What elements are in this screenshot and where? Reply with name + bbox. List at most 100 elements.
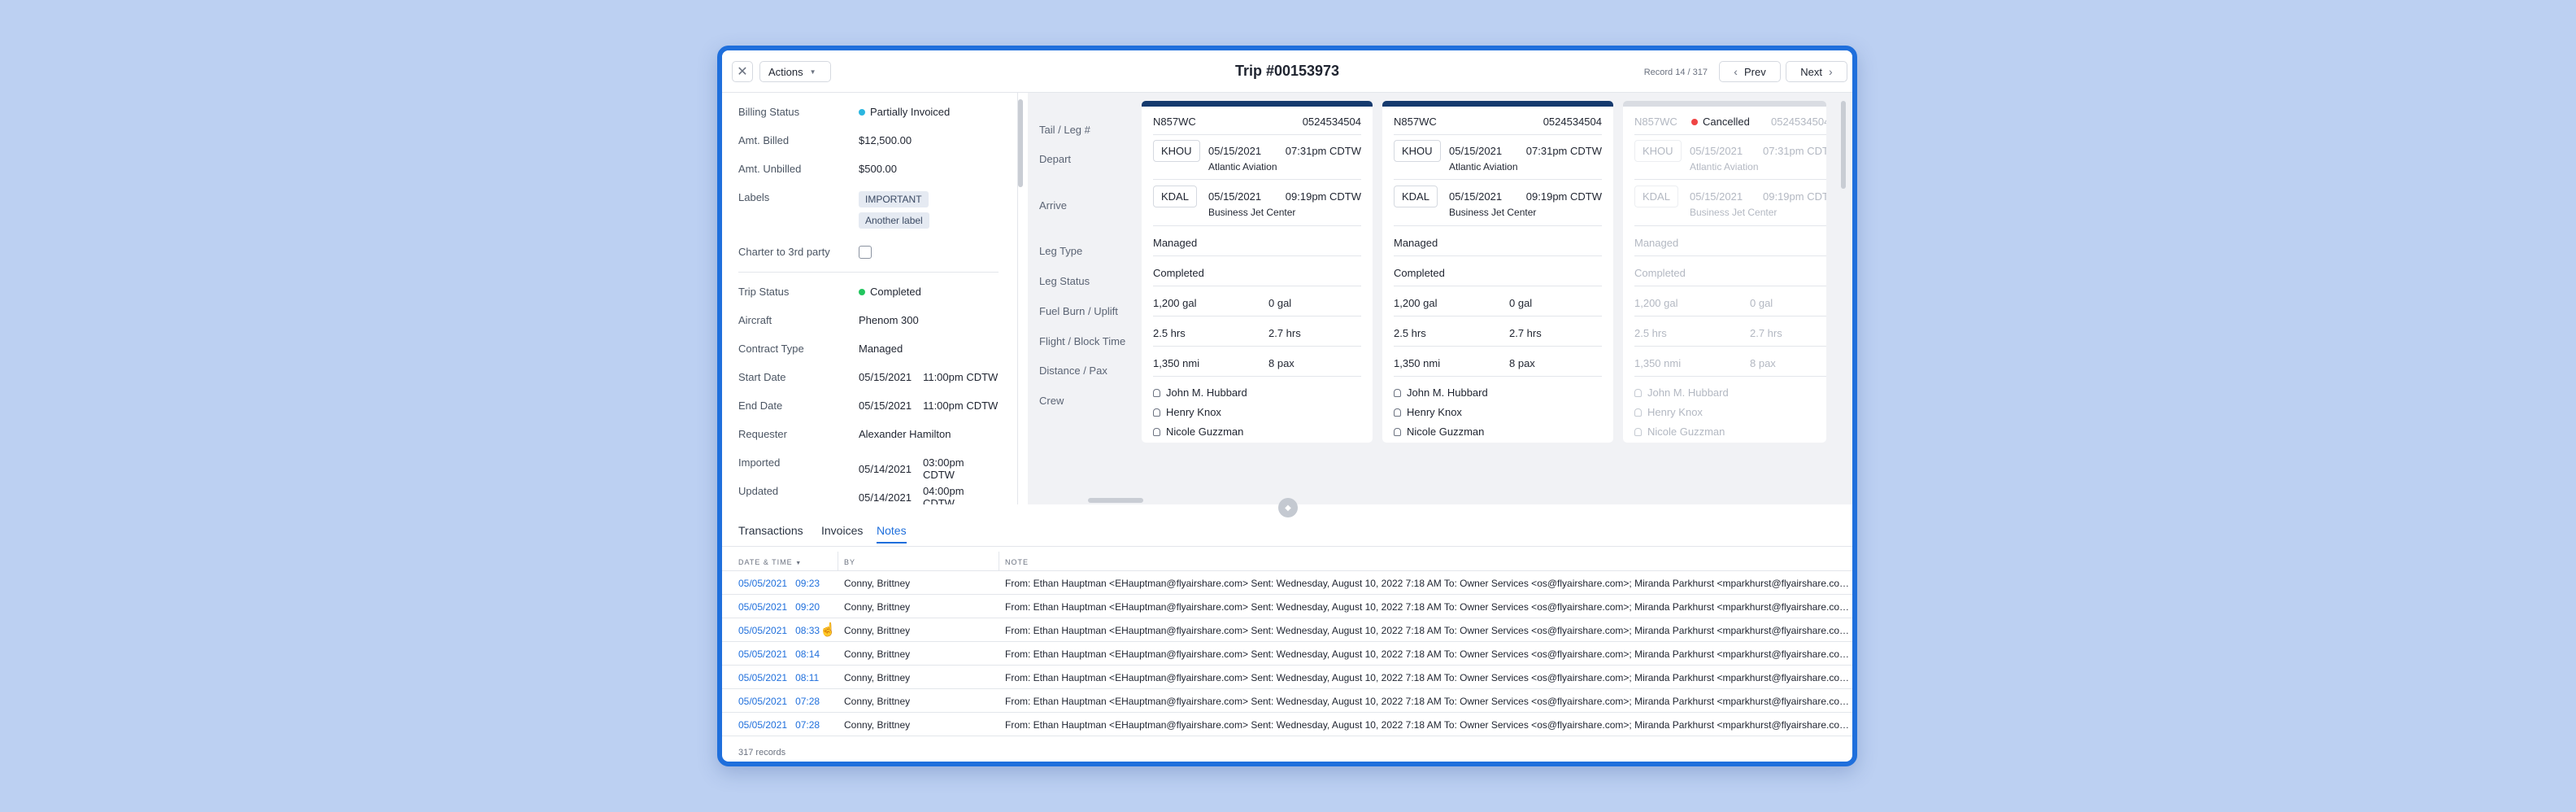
crew-member: Nicole Guzzman xyxy=(1634,426,1725,438)
tab-invoices[interactable]: Invoices xyxy=(821,524,863,542)
updated-label: Updated xyxy=(738,485,779,497)
block-time-value: 2.7 hrs xyxy=(1509,327,1542,339)
prev-button[interactable]: ‹ Prev xyxy=(1719,61,1781,82)
leg-row-labels: Tail / Leg # Depart Arrive Leg Type Leg … xyxy=(1028,93,1142,504)
table-row[interactable]: 05/05/2021 08:33 Conny, Brittney From: E… xyxy=(722,618,1852,642)
crew-member: Henry Knox xyxy=(1153,406,1221,418)
label-tag[interactable]: Another label xyxy=(859,212,929,229)
requester-value: Alexander Hamilton xyxy=(859,428,951,440)
legs-horizontal-scrollbar[interactable] xyxy=(1088,498,1143,503)
block-time-value: 2.7 hrs xyxy=(1268,327,1301,339)
amt-billed-value: $12,500.00 xyxy=(859,134,912,146)
crew-member: Henry Knox xyxy=(1394,406,1462,418)
arrive-fbo: Business Jet Center xyxy=(1690,207,1778,218)
contract-type-label: Contract Type xyxy=(738,343,804,355)
note-datetime[interactable]: 05/05/2021 07:28 xyxy=(738,696,820,707)
label-tag[interactable]: IMPORTANT xyxy=(859,191,929,207)
amt-unbilled-value: $500.00 xyxy=(859,163,897,175)
close-icon: ✕ xyxy=(737,65,748,79)
depart-airport: KHOU xyxy=(1153,140,1200,162)
leg-card[interactable]: N857WC 0524534504 KHOU 05/15/2021 07:31p… xyxy=(1382,101,1613,443)
arrive-date: 05/15/2021 xyxy=(1690,190,1743,203)
table-row[interactable]: 05/05/2021 09:20 Conny, Brittney From: E… xyxy=(722,595,1852,618)
arrive-airport: KDAL xyxy=(1394,186,1438,207)
contract-type-value: Managed xyxy=(859,343,903,355)
column-header-note[interactable]: NOTE xyxy=(1005,558,1029,566)
person-icon xyxy=(1394,408,1401,417)
start-date-label: Start Date xyxy=(738,371,786,383)
note-text: From: Ethan Hauptman <EHauptman@flyairsh… xyxy=(1005,578,1852,589)
collapse-handle-icon[interactable]: ◆ xyxy=(1278,498,1298,517)
table-row[interactable]: 05/05/2021 07:28 Conny, Brittney From: E… xyxy=(722,689,1852,713)
flight-time-value: 2.5 hrs xyxy=(1634,327,1667,339)
leg-type-label: Leg Type xyxy=(1039,245,1083,257)
arrive-date: 05/15/2021 xyxy=(1208,190,1262,203)
contract-type-row: Contract Type Managed xyxy=(738,343,999,355)
leg-card[interactable]: N857WC 0524534504 KHOU 05/15/2021 07:31p… xyxy=(1142,101,1373,443)
note-text: From: Ethan Hauptman <EHauptman@flyairsh… xyxy=(1005,648,1852,660)
next-button[interactable]: Next › xyxy=(1786,61,1847,82)
table-row[interactable]: 05/05/2021 07:28 Conny, Brittney From: E… xyxy=(722,713,1852,736)
status-badge: Cancelled xyxy=(1691,116,1750,128)
table-horizontal-scrollbar[interactable] xyxy=(738,763,815,766)
start-time-value: 11:00pm CDTW xyxy=(923,371,999,383)
table-row[interactable]: 05/05/2021 09:23 Conny, Brittney From: E… xyxy=(722,571,1852,595)
next-label: Next xyxy=(1800,65,1823,78)
flight-block-label: Flight / Block Time xyxy=(1039,335,1126,347)
table-row[interactable]: 05/05/2021 08:14 Conny, Brittney From: E… xyxy=(722,642,1852,666)
end-date-row: End Date 05/15/2021 11:00pm CDTW xyxy=(738,399,999,412)
crew-member: Nicole Guzzman xyxy=(1153,426,1243,438)
amt-billed-row: Amt. Billed $12,500.00 xyxy=(738,134,999,146)
note-datetime[interactable]: 05/05/2021 07:28 xyxy=(738,719,820,731)
start-date-value: 05/15/2021 xyxy=(859,371,912,383)
charter-checkbox[interactable] xyxy=(859,246,872,259)
tab-transactions[interactable]: Transactions xyxy=(738,524,803,542)
note-text: From: Ethan Hauptman <EHauptman@flyairsh… xyxy=(1005,625,1852,636)
arrive-airport: KDAL xyxy=(1153,186,1197,207)
record-count: 317 records xyxy=(738,748,786,757)
distance-value: 1,350 nmi xyxy=(1394,357,1441,369)
person-icon xyxy=(1153,389,1160,397)
column-header-by[interactable]: BY xyxy=(844,558,855,566)
imported-row: Imported 05/14/2021 03:00pm CDTW xyxy=(738,456,999,481)
arrive-airport: KDAL xyxy=(1634,186,1678,207)
block-time-value: 2.7 hrs xyxy=(1750,327,1782,339)
arrive-fbo: Business Jet Center xyxy=(1449,207,1537,218)
leg-card-cancelled[interactable]: N857WC Cancelled 0524534504 KHOU 05/15/2… xyxy=(1623,101,1826,443)
note-author: Conny, Brittney xyxy=(844,719,911,731)
details-scrollbar[interactable] xyxy=(1018,99,1023,187)
legs-vertical-scrollbar[interactable] xyxy=(1841,101,1846,189)
actions-button[interactable]: Actions ▼ xyxy=(759,61,831,82)
pax-value: 8 pax xyxy=(1750,357,1776,369)
arrive-label: Arrive xyxy=(1039,199,1067,212)
note-author: Conny, Brittney xyxy=(844,672,911,683)
note-datetime[interactable]: 05/05/2021 08:14 xyxy=(738,648,820,660)
charter-label: Charter to 3rd party xyxy=(738,246,830,258)
leg-status-value: Completed xyxy=(1153,267,1204,279)
aircraft-label: Aircraft xyxy=(738,314,772,326)
amt-unbilled-label: Amt. Unbilled xyxy=(738,163,802,175)
note-datetime[interactable]: 05/05/2021 09:23 xyxy=(738,578,820,589)
tab-notes[interactable]: Notes xyxy=(877,524,907,544)
billing-status-value: Partially Invoiced xyxy=(870,106,951,118)
note-datetime[interactable]: 05/05/2021 08:11 xyxy=(738,672,819,683)
depart-date: 05/15/2021 xyxy=(1449,145,1503,157)
crew-member: John M. Hubbard xyxy=(1634,386,1729,399)
fuel-uplift-value: 0 gal xyxy=(1750,297,1773,309)
record-counter: Record 14 / 317 xyxy=(1643,68,1708,77)
bottom-tabs: Transactions Invoices Notes xyxy=(722,517,1852,547)
leg-type-value: Managed xyxy=(1394,237,1438,249)
close-button[interactable]: ✕ xyxy=(732,61,753,82)
depart-fbo: Atlantic Aviation xyxy=(1208,161,1277,172)
actions-label: Actions xyxy=(768,65,803,78)
person-icon xyxy=(1394,428,1401,436)
note-datetime[interactable]: 05/05/2021 09:20 xyxy=(738,601,820,613)
billing-status-row: Billing Status Partially Invoiced xyxy=(738,106,999,118)
note-text: From: Ethan Hauptman <EHauptman@flyairsh… xyxy=(1005,719,1852,731)
table-row[interactable]: 05/05/2021 08:11 Conny, Brittney From: E… xyxy=(722,666,1852,689)
column-header-date[interactable]: DATE & TIME ▼ xyxy=(738,558,802,566)
depart-time: 07:31pm CDTW xyxy=(1525,145,1602,157)
updated-date: 05/14/2021 xyxy=(858,491,912,504)
depart-date: 05/15/2021 xyxy=(1690,145,1743,157)
note-datetime[interactable]: 05/05/2021 08:33 xyxy=(738,625,820,636)
